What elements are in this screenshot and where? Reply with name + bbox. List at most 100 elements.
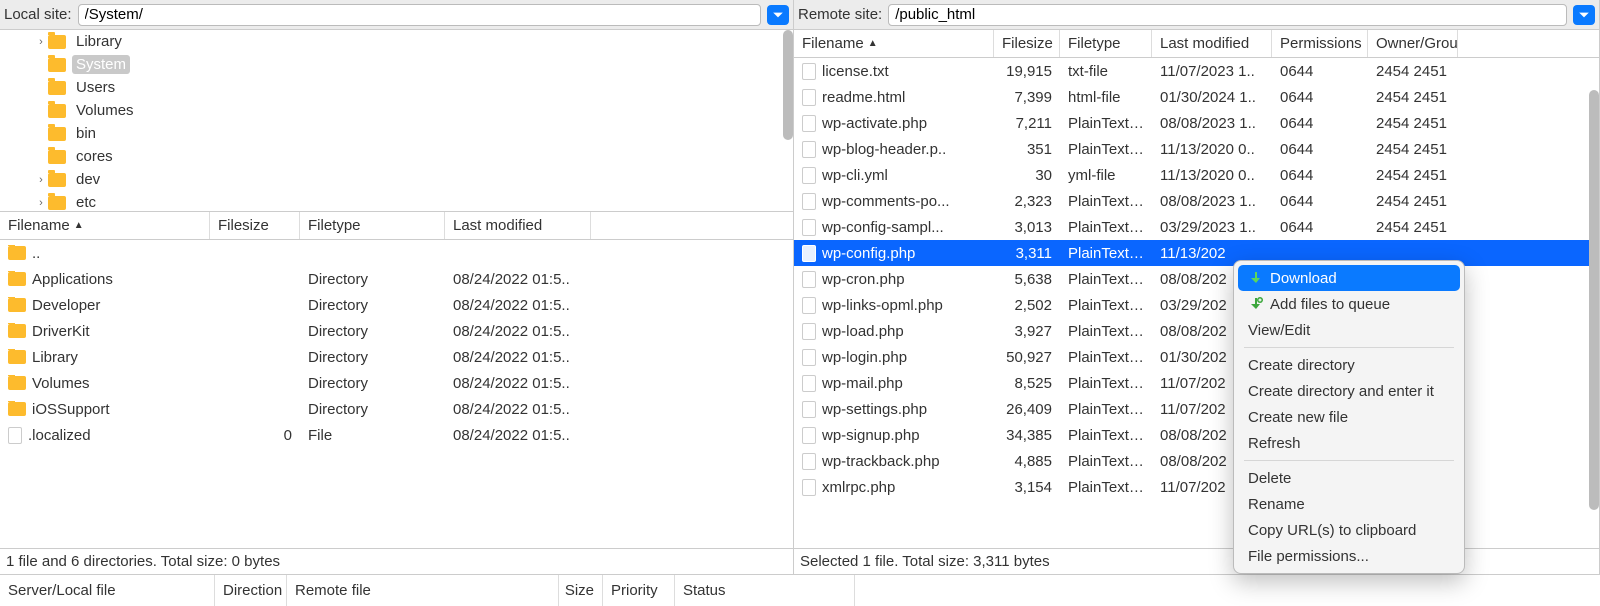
list-row[interactable]: wp-activate.php7,211PlainTextT..08/08/20…: [794, 110, 1599, 136]
queue-col-remote[interactable]: Remote file: [287, 575, 559, 606]
menu-file-permissions[interactable]: File permissions...: [1238, 543, 1460, 569]
folder-icon: [8, 324, 26, 338]
expand-arrow-icon[interactable]: ›: [34, 174, 48, 186]
list-row[interactable]: license.txt19,915txt-file11/07/2023 1..0…: [794, 58, 1599, 84]
file-modified: 08/24/2022 01:5..: [445, 323, 591, 340]
menu-rename[interactable]: Rename: [1238, 491, 1460, 517]
remote-site-label: Remote site:: [798, 6, 882, 23]
menu-download[interactable]: Download: [1238, 265, 1460, 291]
list-row[interactable]: xmlrpc.php3,154PlainTextT..11/07/202: [794, 474, 1599, 500]
file-permissions: 0644: [1272, 167, 1368, 184]
file-modified: 08/24/2022 01:5..: [445, 271, 591, 288]
expand-arrow-icon[interactable]: ›: [34, 36, 48, 48]
folder-icon: [48, 196, 66, 210]
file-type: PlainTextT..: [1060, 375, 1152, 392]
file-size: 50,927: [994, 349, 1060, 366]
file-name: wp-mail.php: [822, 375, 903, 392]
menu-create-directory-enter[interactable]: Create directory and enter it: [1238, 378, 1460, 404]
local-tree-scrollbar[interactable]: [783, 30, 793, 140]
file-icon: [802, 115, 816, 132]
expand-arrow-icon[interactable]: ›: [34, 197, 48, 209]
menu-refresh[interactable]: Refresh: [1238, 430, 1460, 456]
menu-delete[interactable]: Delete: [1238, 465, 1460, 491]
file-type: PlainTextT..: [1060, 141, 1152, 158]
remote-site-input[interactable]: [888, 4, 1567, 26]
list-row[interactable]: DeveloperDirectory08/24/2022 01:5..: [0, 292, 793, 318]
tree-item[interactable]: cores: [0, 145, 793, 168]
tree-item[interactable]: Users: [0, 76, 793, 99]
local-site-input[interactable]: [78, 4, 761, 26]
list-row[interactable]: wp-blog-header.p..351PlainTextT..11/13/2…: [794, 136, 1599, 162]
tree-item[interactable]: ›Library: [0, 30, 793, 53]
queue-col-direction[interactable]: Direction: [215, 575, 287, 606]
file-owner: 2454 2451: [1368, 193, 1458, 210]
list-row[interactable]: wp-cli.yml30yml-file11/13/2020 0..064424…: [794, 162, 1599, 188]
remote-col-permissions[interactable]: Permissions: [1272, 30, 1368, 57]
tree-item[interactable]: ›etc: [0, 191, 793, 212]
remote-col-filetype[interactable]: Filetype: [1060, 30, 1152, 57]
file-owner: 2454 2451: [1368, 167, 1458, 184]
list-row[interactable]: wp-config.php3,311PlainTextT..11/13/202: [794, 240, 1599, 266]
local-col-filesize[interactable]: Filesize: [210, 212, 300, 239]
file-size: 3,311: [994, 245, 1060, 262]
list-row[interactable]: LibraryDirectory08/24/2022 01:5..: [0, 344, 793, 370]
list-row[interactable]: wp-cron.php5,638PlainTextT..08/08/202: [794, 266, 1599, 292]
remote-col-owner[interactable]: Owner/Group: [1368, 30, 1458, 57]
queue-col-size[interactable]: Size: [559, 575, 603, 606]
remote-header-row: Filename ▲ Filesize Filetype Last modifi…: [794, 30, 1599, 58]
local-tree[interactable]: ›LibrarySystemUsersVolumesbincores›dev›e…: [0, 30, 793, 212]
tree-item[interactable]: System: [0, 53, 793, 76]
local-col-modified[interactable]: Last modified: [445, 212, 591, 239]
file-name: DriverKit: [32, 323, 90, 340]
tree-item[interactable]: bin: [0, 122, 793, 145]
list-row[interactable]: ApplicationsDirectory08/24/2022 01:5..: [0, 266, 793, 292]
menu-view-edit[interactable]: View/Edit: [1238, 317, 1460, 343]
local-site-dropdown[interactable]: [767, 5, 789, 25]
file-name: Developer: [32, 297, 100, 314]
list-row[interactable]: ..: [0, 240, 793, 266]
list-row[interactable]: wp-trackback.php4,885PlainTextT..08/08/2…: [794, 448, 1599, 474]
remote-scrollbar[interactable]: [1589, 90, 1599, 510]
list-row[interactable]: .localized0File08/24/2022 01:5..: [0, 422, 793, 448]
remote-col-modified[interactable]: Last modified: [1152, 30, 1272, 57]
file-type: yml-file: [1060, 167, 1152, 184]
list-row[interactable]: wp-signup.php34,385PlainTextT..08/08/202: [794, 422, 1599, 448]
list-row[interactable]: iOSSupportDirectory08/24/2022 01:5..: [0, 396, 793, 422]
list-row[interactable]: VolumesDirectory08/24/2022 01:5..: [0, 370, 793, 396]
download-icon: [1248, 270, 1264, 286]
local-col-filetype[interactable]: Filetype: [300, 212, 445, 239]
list-row[interactable]: wp-comments-po...2,323PlainTextT..08/08/…: [794, 188, 1599, 214]
file-name: wp-blog-header.p..: [822, 141, 946, 158]
tree-item[interactable]: Volumes: [0, 99, 793, 122]
file-size: 34,385: [994, 427, 1060, 444]
menu-add-to-queue[interactable]: Add files to queue: [1238, 291, 1460, 317]
list-row[interactable]: wp-links-opml.php2,502PlainTextT..03/29/…: [794, 292, 1599, 318]
list-row[interactable]: wp-load.php3,927PlainTextT..08/08/202: [794, 318, 1599, 344]
menu-create-file[interactable]: Create new file: [1238, 404, 1460, 430]
list-row[interactable]: readme.html7,399html-file01/30/2024 1..0…: [794, 84, 1599, 110]
remote-col-filename[interactable]: Filename ▲: [794, 30, 994, 57]
menu-create-directory[interactable]: Create directory: [1238, 352, 1460, 378]
file-size: 8,525: [994, 375, 1060, 392]
tree-item[interactable]: ›dev: [0, 168, 793, 191]
folder-icon: [8, 298, 26, 312]
file-type: html-file: [1060, 89, 1152, 106]
file-type: PlainTextT..: [1060, 323, 1152, 340]
list-row[interactable]: wp-config-sampl...3,013PlainTextT..03/29…: [794, 214, 1599, 240]
queue-col-server[interactable]: Server/Local file: [0, 575, 215, 606]
list-row[interactable]: DriverKitDirectory08/24/2022 01:5..: [0, 318, 793, 344]
remote-file-listing[interactable]: license.txt19,915txt-file11/07/2023 1..0…: [794, 58, 1599, 548]
local-col-filename[interactable]: Filename ▲: [0, 212, 210, 239]
remote-col-filesize[interactable]: Filesize: [994, 30, 1060, 57]
remote-site-dropdown[interactable]: [1573, 5, 1595, 25]
list-row[interactable]: wp-settings.php26,409PlainTextT..11/07/2…: [794, 396, 1599, 422]
list-row[interactable]: wp-login.php50,927PlainTextT..01/30/202: [794, 344, 1599, 370]
local-file-listing[interactable]: ..ApplicationsDirectory08/24/2022 01:5..…: [0, 240, 793, 548]
queue-col-priority[interactable]: Priority: [603, 575, 675, 606]
file-icon: [802, 297, 816, 314]
list-row[interactable]: wp-mail.php8,525PlainTextT..11/07/202: [794, 370, 1599, 396]
menu-copy-url[interactable]: Copy URL(s) to clipboard: [1238, 517, 1460, 543]
queue-col-status[interactable]: Status: [675, 575, 855, 606]
file-name: wp-settings.php: [822, 401, 927, 418]
file-modified: 11/13/202: [1152, 245, 1272, 262]
